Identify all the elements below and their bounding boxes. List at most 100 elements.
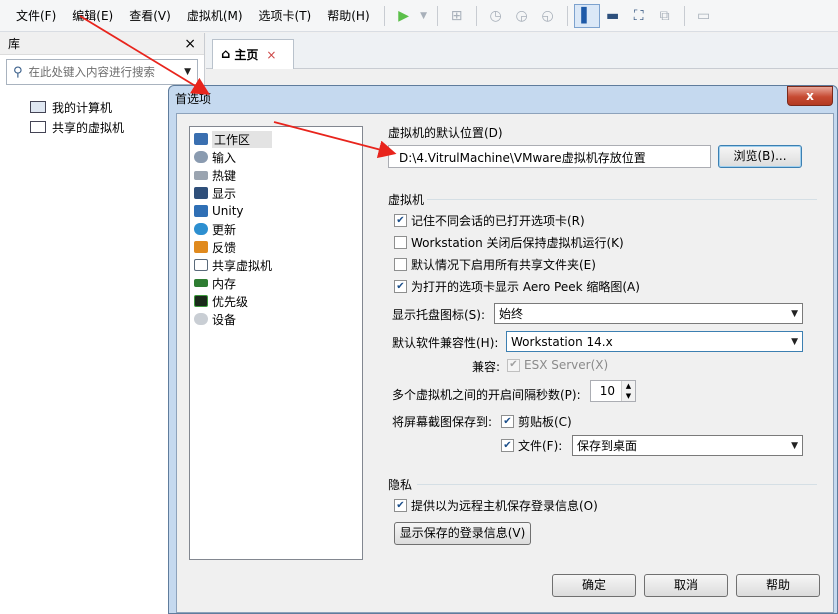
mouse-icon: [194, 151, 208, 163]
menu-tabs[interactable]: 选项卡(T): [251, 0, 320, 32]
checkbox-label: 为打开的选项卡显示 Aero Peek 缩略图(A): [411, 280, 640, 294]
power-on-icon[interactable]: ▶: [391, 4, 417, 28]
file-checkbox[interactable]: ✔ 文件(F):: [501, 437, 562, 454]
dialog-title: 首选项: [175, 92, 212, 106]
nav-item-shared-vms[interactable]: 共享虚拟机: [194, 256, 358, 274]
tree-item-label: 共享的虚拟机: [52, 120, 125, 135]
fullscreen-icon[interactable]: ⛶: [626, 4, 652, 28]
esx-server-checkbox[interactable]: ✔ ESX Server(X): [507, 358, 608, 372]
workspace-icon: [194, 133, 208, 145]
remember-tabs-checkbox[interactable]: ✔ 记住不同会话的已打开选项卡(R): [394, 212, 585, 229]
nav-item-workspace[interactable]: 工作区: [194, 130, 358, 148]
nav-item-hotkeys[interactable]: 热键: [194, 166, 358, 184]
menu-file[interactable]: 文件(F): [8, 0, 64, 32]
tab-strip: ⌂ 主页 ×: [206, 33, 838, 69]
library-header: 库 ×: [0, 33, 204, 55]
stepper-arrows[interactable]: ▲ ▼: [621, 381, 635, 401]
chevron-down-icon: ▼: [791, 336, 798, 347]
checkbox-label: 记住不同会话的已打开选项卡(R): [411, 214, 585, 228]
revert-snapshot-icon[interactable]: ◶: [509, 4, 535, 28]
nav-item-unity[interactable]: Unity: [194, 202, 358, 220]
aero-peek-checkbox[interactable]: ✔ 为打开的选项卡显示 Aero Peek 缩略图(A): [394, 278, 640, 295]
clipboard-checkbox[interactable]: ✔ 剪贴板(C): [501, 413, 572, 430]
chevron-down-icon[interactable]: ▼: [417, 4, 431, 28]
tray-icon-select[interactable]: 始终 ▼: [494, 303, 803, 324]
cancel-button[interactable]: 取消: [644, 574, 728, 597]
start-interval-value[interactable]: 10: [591, 381, 621, 401]
chevron-down-icon: ▼: [791, 308, 798, 319]
privacy-group-label: 隐私: [388, 478, 413, 492]
thumbnail-view-icon[interactable]: ▭: [691, 4, 717, 28]
computer-icon: [30, 101, 46, 113]
chevron-down-icon[interactable]: ▼: [622, 391, 635, 401]
checkbox-checked-icon: ✔: [394, 280, 407, 293]
checkbox-checked-icon: ✔: [501, 415, 514, 428]
compatibility-select[interactable]: Workstation 14.x ▼: [506, 331, 803, 352]
menu-vm[interactable]: 虚拟机(M): [179, 0, 251, 32]
memory-icon: [194, 279, 208, 287]
checkbox-unchecked-icon: [394, 258, 407, 271]
compatibility-label: 默认软件兼容性(H):: [392, 336, 499, 350]
library-view-icon[interactable]: ▌: [573, 3, 600, 28]
checkbox-checked-icon: ✔: [394, 499, 407, 512]
priority-icon: [194, 295, 208, 307]
snapshot-manager-icon[interactable]: ◵: [535, 4, 561, 28]
device-icon: [194, 313, 208, 325]
nav-item-priority[interactable]: 优先级: [194, 292, 358, 310]
nav-item-input[interactable]: 输入: [194, 148, 358, 166]
checkbox-checked-icon: ✔: [507, 358, 520, 372]
close-icon[interactable]: ×: [184, 36, 196, 52]
enable-shared-folders-checkbox[interactable]: 默认情况下启用所有共享文件夹(E): [394, 256, 596, 273]
nav-item-memory[interactable]: 内存: [194, 274, 358, 292]
nav-item-feedback[interactable]: 反馈: [194, 238, 358, 256]
nav-item-label: 共享虚拟机: [212, 258, 273, 273]
snapshot-icon[interactable]: ◷: [483, 4, 509, 28]
nav-item-label: Unity: [212, 204, 244, 218]
file-destination-select[interactable]: 保存到桌面 ▼: [572, 435, 803, 456]
checkbox-checked-icon: ✔: [394, 214, 407, 227]
search-input[interactable]: 在此处键入内容进行搜索: [29, 64, 185, 80]
default-location-input[interactable]: D:\4.VitrulMachine\VMware虚拟机存放位置: [388, 145, 711, 168]
start-interval-stepper[interactable]: 10 ▲ ▼: [590, 380, 636, 402]
ok-button[interactable]: 确定: [552, 574, 636, 597]
nav-item-display[interactable]: 显示: [194, 184, 358, 202]
toolbar-separator: [475, 5, 477, 26]
save-login-info-checkbox[interactable]: ✔ 提供以为远程主机保存登录信息(O): [394, 497, 598, 514]
search-icon: ⚲: [13, 64, 23, 80]
network-icon[interactable]: ⊞: [444, 4, 470, 28]
tray-icon-label: 显示托盘图标(S):: [392, 308, 486, 322]
preferences-dialog: 首选项 x 工作区 输入 热键 显示 Unity 更新 反馈 共享虚拟机 内存 …: [168, 85, 838, 614]
save-screenshot-label: 将屏幕截图保存到:: [392, 415, 493, 429]
checkbox-label: Workstation 关闭后保持虚拟机运行(K): [411, 236, 624, 250]
feedback-icon: [194, 241, 208, 253]
close-icon[interactable]: ×: [266, 48, 276, 62]
toolbar-separator: [436, 5, 438, 26]
menu-help[interactable]: 帮助(H): [319, 0, 377, 32]
menu-edit[interactable]: 编辑(E): [64, 0, 121, 32]
show-saved-logins-button[interactable]: 显示保存的登录信息(V): [394, 522, 531, 545]
default-location-label: 虚拟机的默认位置(D): [388, 126, 503, 140]
tray-icon-value: 始终: [499, 307, 524, 321]
menu-view[interactable]: 查看(V): [121, 0, 179, 32]
unity-mode-icon[interactable]: ⧉: [652, 4, 678, 28]
help-button[interactable]: 帮助: [736, 574, 820, 597]
library-search-box[interactable]: ⚲ 在此处键入内容进行搜索 ▼: [6, 59, 198, 85]
nav-item-label: 更新: [212, 222, 237, 237]
shared-vm-icon: [194, 259, 208, 271]
browse-button[interactable]: 浏览(B)...: [718, 145, 802, 168]
chevron-down-icon[interactable]: ▼: [184, 67, 191, 77]
console-view-icon[interactable]: ▬: [600, 4, 626, 28]
group-divider: [427, 199, 817, 200]
dialog-close-button[interactable]: x: [787, 86, 833, 106]
toolbar-separator: [383, 5, 385, 26]
tab-home[interactable]: ⌂ 主页 ×: [212, 39, 294, 69]
nav-item-devices[interactable]: 设备: [194, 310, 358, 328]
checkbox-unchecked-icon: [394, 236, 407, 249]
keep-vms-running-checkbox[interactable]: Workstation 关闭后保持虚拟机运行(K): [394, 234, 624, 251]
tree-item-label: 我的计算机: [52, 100, 113, 115]
nav-item-updates[interactable]: 更新: [194, 220, 358, 238]
chevron-up-icon[interactable]: ▲: [622, 381, 635, 391]
toolbar-separator: [566, 5, 568, 26]
monitor-icon: [194, 187, 208, 199]
nav-item-label: 显示: [212, 186, 237, 201]
